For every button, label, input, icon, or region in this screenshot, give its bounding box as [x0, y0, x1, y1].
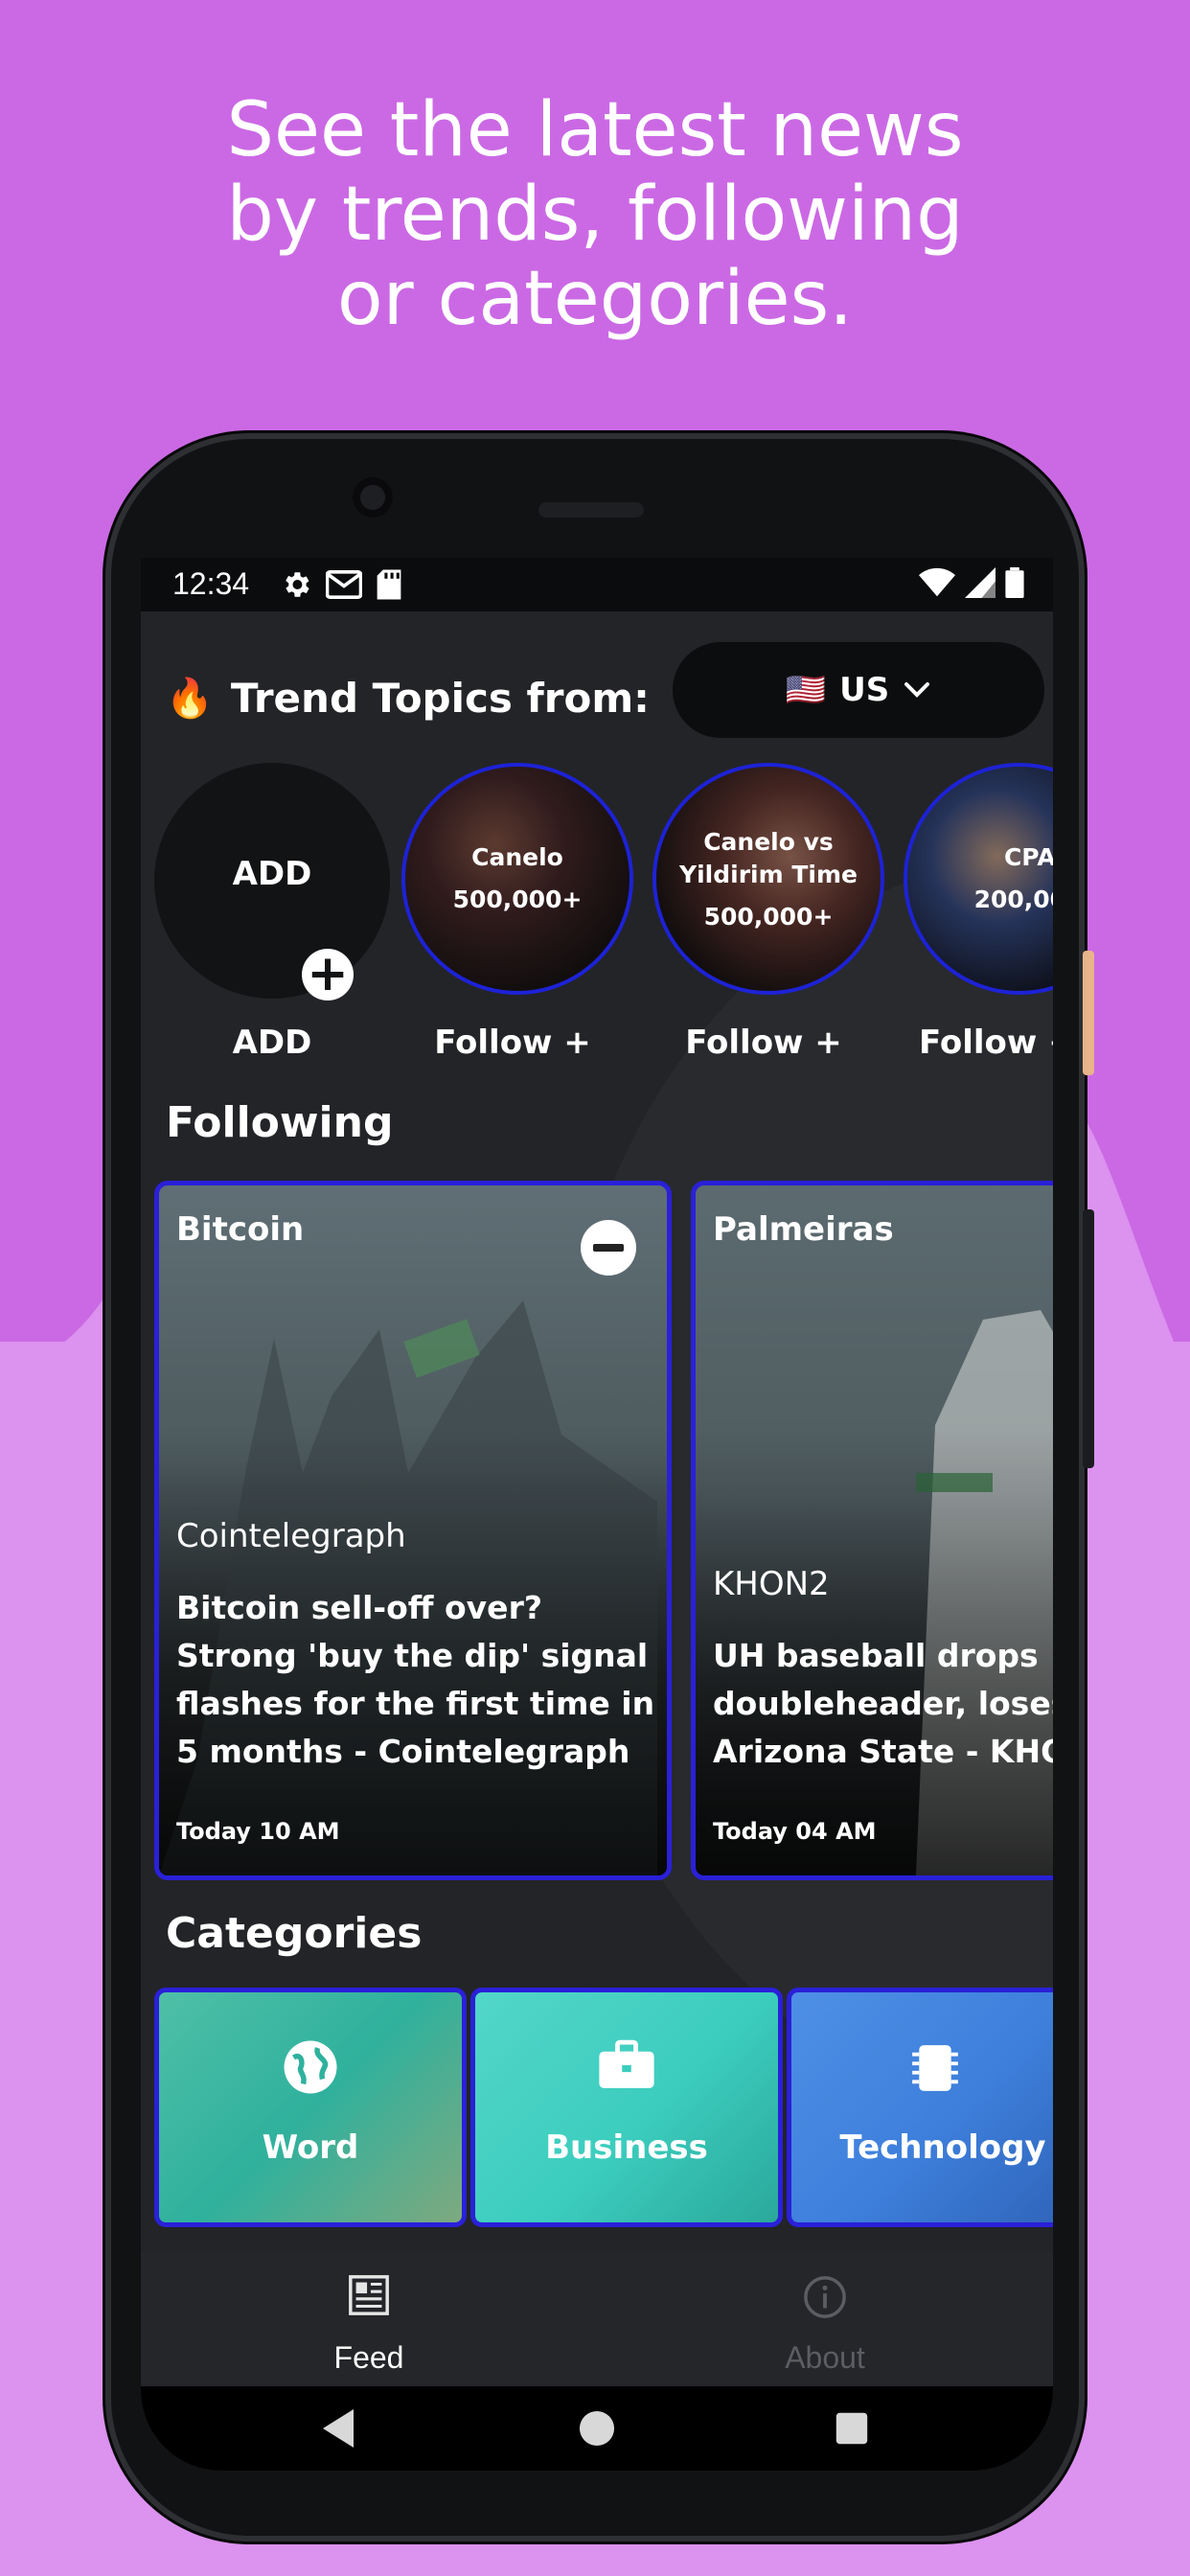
news-card-palmeiras[interactable]: Palmeiras KHON2 UH baseball drops double… [691, 1181, 1053, 1880]
status-time: 12:34 [172, 566, 250, 601]
news-card-bitcoin[interactable]: Bitcoin Cointelegraph Bitcoin sell-off o… [154, 1181, 672, 1880]
category-card-business[interactable]: Business [470, 1988, 783, 2227]
bottom-tab-bar: Feed About [141, 2252, 1053, 2386]
card-topic: Bitcoin [176, 1210, 305, 1249]
gmail-icon [326, 570, 362, 599]
follow-button[interactable]: Follow + [639, 1024, 888, 1062]
trend-count: 500,000+ [452, 886, 583, 913]
add-circle-text: ADD [232, 855, 312, 893]
status-system-icons [919, 567, 1024, 598]
info-icon [804, 2276, 846, 2318]
country-selector[interactable]: 🇺🇸 US [673, 642, 1044, 738]
trend-name: CPAC [1003, 843, 1053, 871]
promo-headline-line1: See the latest news [226, 87, 964, 173]
card-date: Today 04 AM [713, 1818, 877, 1845]
card-source: Cointelegraph [176, 1517, 406, 1555]
newspaper-icon [349, 2275, 389, 2315]
tab-feed-label: Feed [333, 2340, 404, 2375]
trend-name: Canelo [471, 843, 563, 871]
trend-circle-cpac[interactable]: CPAC 200,000+ [904, 763, 1053, 995]
globe-icon [284, 2040, 337, 2094]
categories-section-title: Categories [166, 1909, 423, 1958]
follow-button[interactable]: Follow + [388, 1024, 637, 1062]
card-source: KHON2 [713, 1565, 830, 1603]
earpiece-speaker [538, 502, 644, 518]
briefcase-icon [599, 2039, 654, 2088]
country-code: US [839, 671, 890, 709]
trend-count: 200,000+ [973, 886, 1053, 913]
promo-headline: See the latest news by trends, following… [0, 88, 1190, 341]
category-label: Technology [839, 2128, 1046, 2167]
trend-circle-canelo[interactable]: Canelo 500,000+ [401, 763, 633, 995]
promo-headline-line2: by trends, following [226, 172, 964, 258]
add-trend-button[interactable]: ADD + [154, 763, 390, 1000]
category-label: Business [545, 2128, 708, 2167]
front-camera [353, 477, 393, 518]
card-topic: Palmeiras [713, 1210, 894, 1249]
us-flag-icon: 🇺🇸 [785, 671, 827, 709]
card-headline: Bitcoin sell-off over? Strong 'buy the d… [176, 1589, 655, 1770]
unfollow-button[interactable] [581, 1220, 636, 1276]
phone-screen: 12:34 🔥 Trend Topics from: 🇺🇸 US ADD + A… [141, 558, 1053, 2471]
recents-icon[interactable] [835, 2411, 869, 2446]
fire-icon: 🔥 [166, 676, 214, 721]
category-card-technology[interactable]: Technology [787, 1988, 1053, 2227]
category-card-word[interactable]: Word [154, 1988, 467, 2227]
wifi-icon [919, 567, 955, 597]
phone-volume-button [1083, 1209, 1094, 1468]
chip-icon [912, 2045, 958, 2091]
status-bar: 12:34 [141, 558, 1053, 611]
sd-card-icon [377, 569, 401, 600]
settings-gear-icon [286, 572, 309, 597]
trend-count: 500,000+ [703, 903, 834, 931]
trend-header: 🔥 Trend Topics from: [166, 650, 650, 746]
following-section-title: Following [166, 1098, 394, 1147]
plus-icon: + [302, 949, 354, 1000]
trend-name: Canelo vs Yildirim Time [679, 828, 858, 888]
trend-topics-carousel[interactable]: ADD + ADD Canelo 500,000+ Follow + Canel… [141, 746, 1053, 1062]
card-date: Today 10 AM [176, 1818, 340, 1845]
category-label: Word [262, 2128, 359, 2167]
battery-icon [1005, 567, 1024, 598]
promo-headline-line3: or categories. [336, 256, 854, 342]
phone-frame: 12:34 🔥 Trend Topics from: 🇺🇸 US ADD + A… [105, 433, 1094, 2542]
tab-feed[interactable]: Feed [141, 2252, 597, 2386]
phone-side-button [1083, 951, 1094, 1075]
system-navigation-bar [141, 2386, 1053, 2471]
trend-circle-canelo-vs-yildirim[interactable]: Canelo vs Yildirim Time 500,000+ [652, 763, 884, 995]
add-trend-label: ADD [232, 1024, 312, 1062]
card-headline: UH baseball drops doubleheader, loses at… [713, 1637, 1053, 1770]
tab-about-label: About [785, 2340, 865, 2375]
tab-about[interactable]: About [597, 2252, 1053, 2386]
cell-signal-icon [965, 567, 995, 598]
chevron-down-icon [904, 682, 930, 698]
home-icon[interactable] [579, 2410, 615, 2447]
status-notification-icons [280, 568, 402, 601]
trend-header-title: Trend Topics from: [230, 674, 650, 722]
app-content: 🔥 Trend Topics from: 🇺🇸 US ADD + ADD Can… [141, 611, 1053, 2252]
follow-button[interactable]: Follow + [890, 1024, 1053, 1062]
back-icon[interactable] [319, 2407, 357, 2450]
